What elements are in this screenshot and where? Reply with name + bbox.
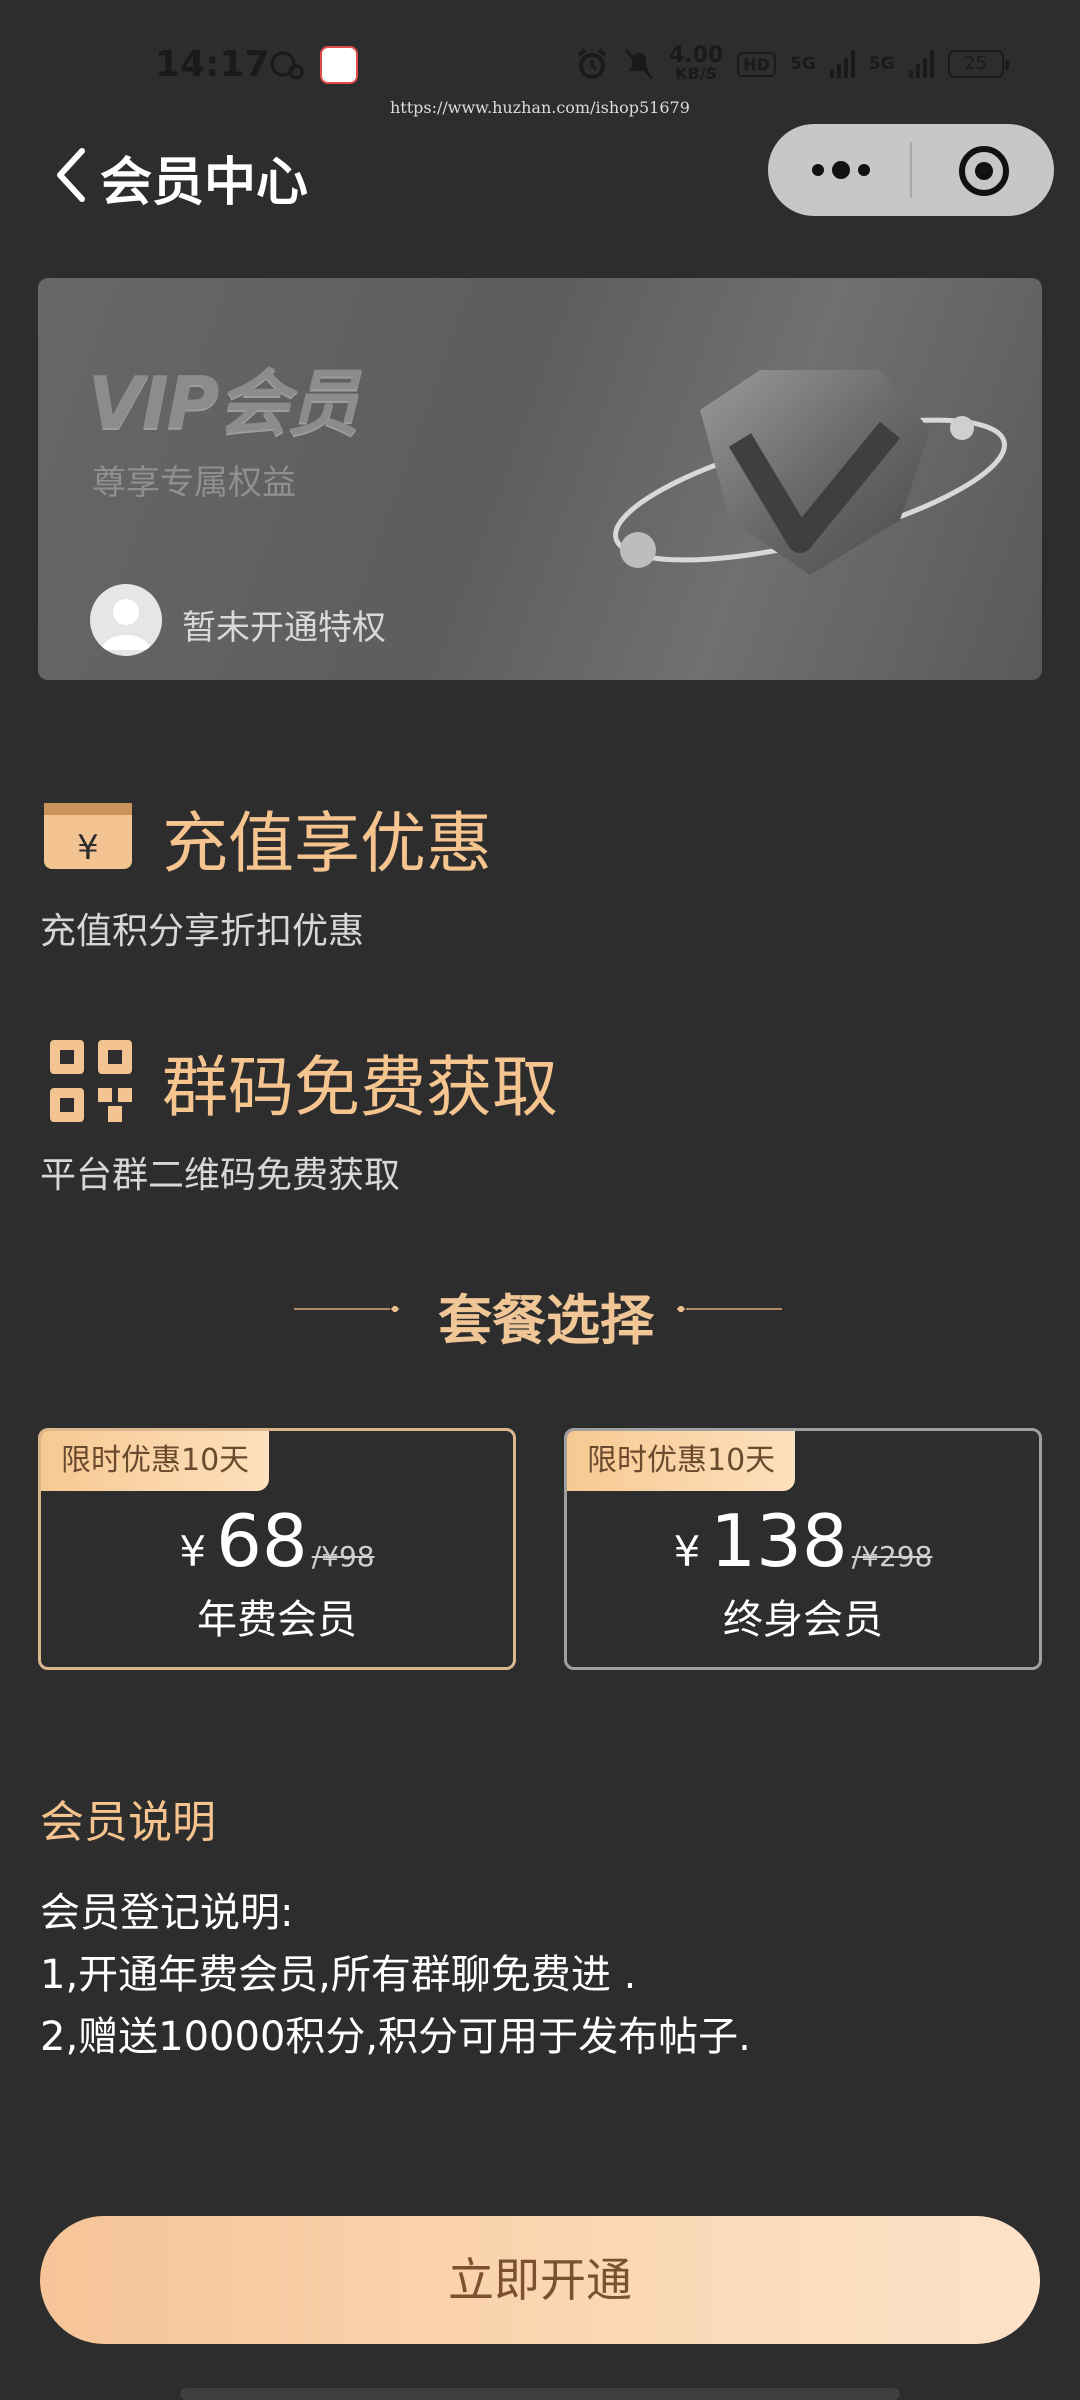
home-indicator (180, 2388, 900, 2400)
target-circle-icon[interactable] (958, 145, 1010, 197)
plan-price-row: ¥ 138 /¥298 (567, 1499, 1039, 1583)
notes-line: 2,赠送10000积分,积分可用于发布帖子. (40, 2014, 751, 2060)
avatar (90, 584, 162, 656)
activate-button-label: 立即开通 (448, 2253, 632, 2307)
chat-notification-icon (270, 51, 304, 80)
vip-title: VIP会员 (88, 361, 359, 445)
plan-price: 68 (216, 1499, 308, 1583)
benefit-title-recharge: 充值享优惠 (162, 805, 492, 882)
plan-price-row: ¥ 68 /¥98 (41, 1499, 513, 1583)
heading-ornament-left (294, 1306, 400, 1312)
watermark-url: https://www.huzhan.com/ishop51679 (390, 98, 690, 117)
notes-line: 1,开通年费会员,所有群聊免费进 . (40, 1952, 637, 1998)
plan-name: 年费会员 (197, 1597, 357, 1643)
signal-icon (829, 50, 855, 78)
notes-line: 会员登记说明: (40, 1890, 294, 1936)
svg-text:¥: ¥ (77, 828, 99, 868)
benefit-desc-qrcode: 平台群二维码免费获取 (40, 1155, 401, 1196)
vip-emblem-icon (613, 370, 1007, 575)
package-heading: 套餐选择 (438, 1289, 654, 1352)
vip-status-text: 暂未开通特权 (182, 608, 386, 648)
yen-card-icon: ¥ (44, 803, 132, 869)
network-label-2: 5G (868, 54, 895, 74)
speed-value: 4.00 (669, 43, 724, 68)
plan-old-price: /¥298 (851, 1540, 933, 1573)
heading-ornament-right (676, 1306, 782, 1312)
qr-code-icon (50, 1040, 132, 1122)
plan-old-price: /¥98 (311, 1540, 375, 1573)
benefit-desc-recharge: 充值积分享折扣优惠 (40, 911, 365, 952)
plan-name: 终身会员 (723, 1597, 883, 1643)
plan-card-lifetime[interactable]: 限时优惠10天 ¥ 138 /¥298 终身会员 (564, 1428, 1042, 1670)
benefit-title-qrcode: 群码免费获取 (162, 1049, 558, 1126)
activate-button[interactable]: 立即开通 (40, 2216, 1040, 2344)
chevron-left-icon[interactable] (52, 145, 92, 205)
speed-unit: KB/S (675, 64, 718, 83)
capsule-divider (910, 142, 912, 198)
vip-subtitle: 尊享专属权益 (92, 463, 296, 503)
network-speed: 4.00 KB/S (669, 43, 724, 83)
hd-badge: HD (737, 51, 776, 77)
status-indicators: 4.00 KB/S HD 5G 5G 25 (575, 43, 1009, 84)
user-avatar-icon (102, 599, 150, 650)
plan-price: 138 (710, 1499, 848, 1583)
plan-badge: 限时优惠10天 (41, 1431, 270, 1491)
plan-badge: 限时优惠10天 (567, 1431, 796, 1491)
mute-bell-icon (624, 48, 654, 80)
battery-icon: 25 (947, 50, 1009, 78)
network-label-1: 5G (789, 54, 816, 74)
currency-symbol: ¥ (673, 1527, 701, 1576)
app-notification-icon (320, 46, 358, 84)
page-title: 会员中心 (100, 153, 309, 213)
status-time: 14:17 (155, 44, 270, 85)
alarm-icon (577, 48, 607, 79)
signal-icon-2 (908, 50, 934, 78)
notes-heading: 会员说明 (40, 1797, 216, 1848)
plan-card-annual[interactable]: 限时优惠10天 ¥ 68 /¥98 年费会员 (38, 1428, 516, 1670)
more-dots-icon[interactable] (806, 150, 876, 190)
currency-symbol: ¥ (179, 1527, 207, 1576)
